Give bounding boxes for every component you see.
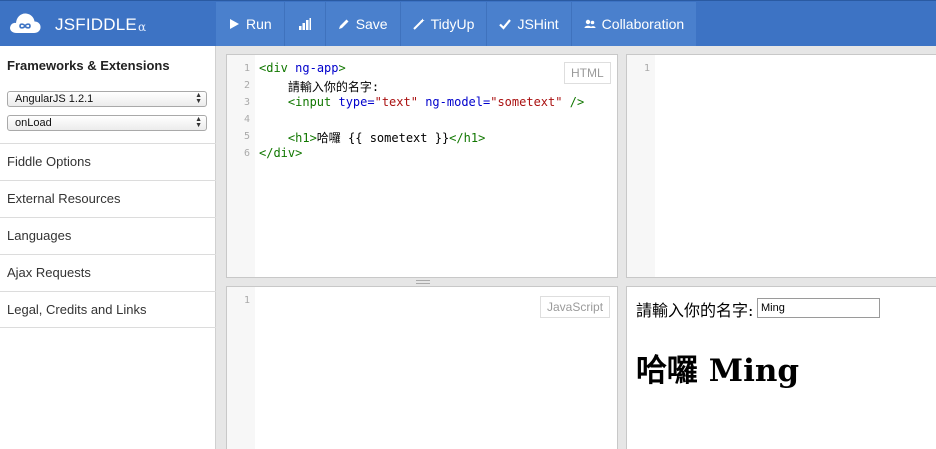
tidyup-label: TidyUp	[430, 16, 475, 32]
javascript-editor-panel[interactable]: 1 JavaScript	[226, 286, 618, 449]
pencil-icon	[338, 19, 349, 29]
jshint-label: JSHint	[517, 16, 559, 32]
toolbar: Run Save TidyUp JSHint Collaboration	[216, 2, 697, 46]
html-editor-panel[interactable]: 1 2 3 4 5 6 <div ng-app> 請輸入你的名字: <input…	[226, 54, 618, 278]
select-arrows-icon: ▲ ▼	[195, 116, 202, 129]
library-select-value: AngularJS 1.2.1	[15, 93, 94, 105]
line-number: 2	[243, 80, 250, 91]
sidebar-item-ajax-requests[interactable]: Ajax Requests	[0, 254, 216, 291]
code-line: <input type="text" ng-model="sometext" /…	[259, 95, 585, 109]
javascript-panel-label: JavaScript	[540, 296, 611, 318]
line-number: 1	[243, 295, 250, 306]
html-panel-label: HTML	[564, 62, 611, 84]
top-header: JSFIDDLE α Run Save TidyUp JSHint Collab…	[0, 0, 936, 47]
code-line: </div>	[259, 146, 303, 160]
line-number: 6	[243, 148, 250, 159]
jshint-button[interactable]: JSHint	[487, 2, 572, 46]
save-button[interactable]: Save	[326, 2, 401, 46]
result-name-input[interactable]: Ming	[757, 298, 880, 318]
collaboration-button[interactable]: Collaboration	[572, 2, 697, 46]
line-number: 1	[243, 63, 250, 74]
save-label: Save	[355, 16, 388, 32]
line-number: 5	[243, 131, 250, 142]
run-button[interactable]: Run	[216, 2, 285, 46]
line-number: 1	[643, 63, 650, 74]
sidebar-item-fiddle-options[interactable]: Fiddle Options	[0, 143, 216, 180]
collaboration-label: Collaboration	[601, 16, 685, 32]
result-prompt: 請輸入你的名字:	[636, 301, 754, 320]
signal-bars-icon	[298, 18, 311, 30]
users-icon	[584, 19, 596, 28]
css-editor-panel[interactable]: 1	[626, 54, 936, 278]
load-type-select-value: onLoad	[15, 117, 52, 129]
line-gutter: 1	[227, 287, 255, 449]
load-type-select[interactable]: onLoad ▲ ▼	[7, 115, 207, 131]
logo[interactable]: JSFIDDLE α	[0, 1, 216, 47]
cloud-logo-icon	[10, 13, 41, 33]
code-line: 請輸入你的名字:	[259, 80, 380, 94]
play-icon	[230, 19, 239, 29]
code-line: <div ng-app>	[259, 61, 346, 75]
line-number: 3	[243, 97, 250, 108]
select-arrows-icon: ▲ ▼	[195, 92, 202, 105]
result-panel: 請輸入你的名字: Ming 哈囉 Ming	[626, 286, 936, 449]
run-label: Run	[246, 16, 272, 32]
line-number: 4	[243, 114, 250, 125]
result-greeting-heading: 哈囉 Ming	[636, 353, 800, 389]
sidebar: Frameworks & Extensions AngularJS 1.2.1 …	[0, 46, 216, 449]
wand-icon	[412, 18, 425, 30]
line-gutter: 1 2 3 4 5 6	[227, 55, 255, 277]
line-gutter: 1	[627, 55, 655, 277]
performance-button[interactable]	[285, 2, 326, 46]
sidebar-item-languages[interactable]: Languages	[0, 217, 216, 254]
sidebar-item-legal[interactable]: Legal, Credits and Links	[0, 291, 216, 328]
logo-text: JSFIDDLE	[55, 15, 137, 34]
code-line: <h1>哈囉 {{ sometext }}</h1>	[259, 131, 486, 145]
version-alpha: α	[138, 20, 147, 34]
check-icon	[499, 19, 512, 30]
sidebar-item-external-resources[interactable]: External Resources	[0, 180, 216, 217]
tidyup-button[interactable]: TidyUp	[401, 2, 488, 46]
resize-handle[interactable]	[416, 280, 430, 284]
frameworks-title: Frameworks & Extensions	[7, 58, 170, 73]
library-select[interactable]: AngularJS 1.2.1 ▲ ▼	[7, 91, 207, 107]
